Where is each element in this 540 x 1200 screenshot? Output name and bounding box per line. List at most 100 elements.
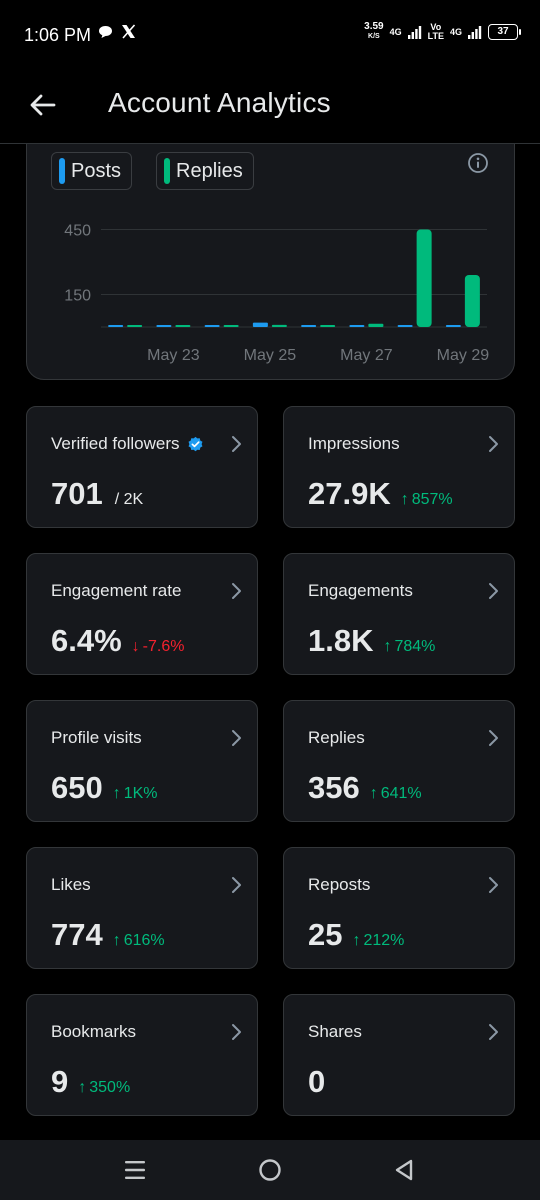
chevron-right-icon (489, 583, 498, 599)
metric-label-text: Shares (308, 1022, 362, 1041)
network-type-3-label: 4G (449, 26, 462, 37)
arrow-up-icon: ↑ (112, 932, 121, 949)
chart-bar-replies-may-23[interactable] (175, 325, 191, 327)
metric-value-row: 0 (308, 1064, 325, 1100)
info-icon[interactable] (467, 152, 489, 174)
x-logo-icon (122, 24, 136, 39)
chart-bar-replies-may-25[interactable] (271, 324, 287, 327)
arrow-up-icon: ↑ (369, 785, 378, 802)
chart-bar-posts-may-28[interactable] (397, 325, 413, 327)
metric-card-engagements[interactable]: Engagements 1.8K ↑ 784% (283, 553, 515, 675)
signal-icon-2 (468, 26, 482, 39)
chevron-right-icon (489, 1024, 498, 1040)
legend-posts-swatch (59, 158, 65, 184)
metric-value: 6.4% (51, 623, 122, 658)
chart-bar-posts-may-23[interactable] (156, 325, 172, 327)
arrow-up-icon: ↑ (383, 638, 392, 655)
network-speed: 3.59 K/S (364, 22, 383, 42)
recent-apps-icon (125, 1161, 145, 1179)
metric-label: Shares (308, 1022, 362, 1042)
metric-value: 701 (51, 476, 103, 511)
metric-card-profile-visits[interactable]: Profile visits 650 ↑ 1K% (26, 700, 258, 822)
chart-bar-replies-may-29[interactable] (464, 275, 480, 327)
chart-bar-posts-may-22[interactable] (108, 325, 124, 327)
chart-bar-replies-may-24[interactable] (223, 325, 239, 327)
metric-value-row: 356 ↑ 641% (308, 770, 422, 806)
chevron-right-icon (232, 730, 241, 746)
chart-bar-posts-may-26[interactable] (301, 325, 317, 327)
chart-x-tick-label: May 25 (244, 347, 297, 364)
recent-apps-button[interactable] (119, 1154, 151, 1186)
chart-y-tick-label: 450 (64, 223, 91, 240)
metric-label: Profile visits (51, 728, 142, 748)
network-type-2: Vo LTE (428, 23, 444, 41)
metric-label-text: Likes (51, 875, 91, 894)
chart-bar-replies-may-28[interactable] (416, 229, 432, 328)
metric-change-value: 616% (123, 932, 165, 949)
metric-change: ↑ 641% (370, 785, 422, 803)
metric-change-value: 641% (380, 785, 422, 802)
chart-bar-replies-may-27[interactable] (368, 323, 384, 327)
metric-label: Bookmarks (51, 1022, 136, 1042)
chevron-right-icon (232, 583, 241, 599)
chart-x-tick-label: May 29 (437, 347, 490, 364)
status-right-group: 3.59 K/S 4G Vo LTE 4G 37 (364, 22, 521, 42)
chevron-right-icon (489, 436, 498, 452)
metric-card-impressions[interactable]: Impressions 27.9K ↑ 857% (283, 406, 515, 528)
chart-bar-posts-may-29[interactable] (445, 325, 461, 327)
network-type-2-bottom: LTE (427, 31, 444, 41)
metric-change-value: 350% (89, 1079, 131, 1096)
arrow-up-icon: ↑ (400, 491, 409, 508)
metric-card-engagement-rate[interactable]: Engagement rate 6.4% ↓ -7.6% (26, 553, 258, 675)
network-type-1: 4G (390, 27, 402, 37)
chart-legend: Posts Replies (51, 152, 254, 190)
back-button[interactable] (26, 88, 60, 122)
metric-card-reposts[interactable]: Reposts 25 ↑ 212% (283, 847, 515, 969)
metric-card-replies[interactable]: Replies 356 ↑ 641% (283, 700, 515, 822)
metric-change-value: 1K% (123, 785, 158, 802)
metric-change: ↑ 350% (78, 1079, 130, 1097)
metric-label: Engagement rate (51, 581, 181, 601)
chart-bar-replies-may-22[interactable] (127, 325, 143, 327)
metric-value: 356 (308, 770, 360, 805)
page-title: Account Analytics (108, 87, 331, 118)
network-speed-unit: K/S (368, 33, 380, 40)
arrow-up-icon: ↑ (112, 785, 121, 802)
chevron-right-icon (232, 877, 241, 893)
chart-bar-replies-may-26[interactable] (320, 325, 336, 327)
metric-card-likes[interactable]: Likes 774 ↑ 616% (26, 847, 258, 969)
home-icon (259, 1159, 281, 1181)
status-bar: 1:06 PM 3.59 K/S 4G Vo LTE 4G 37 (0, 0, 540, 70)
back-triangle-icon (395, 1159, 413, 1181)
metric-value: 1.8K (308, 623, 374, 658)
home-button[interactable] (254, 1154, 286, 1186)
arrow-down-icon: ↓ (131, 638, 140, 655)
metric-card-shares[interactable]: Shares 0 (283, 994, 515, 1116)
chevron-right-icon (232, 436, 241, 452)
legend-posts-label: Posts (71, 159, 122, 182)
metric-value-row: 27.9K ↑ 857% (308, 476, 453, 512)
metric-value-row: 650 ↑ 1K% (51, 770, 158, 806)
metric-value: 25 (308, 917, 343, 952)
metric-label-text: Engagements (308, 581, 413, 600)
metric-change-value: -7.6% (142, 638, 185, 655)
metric-value-row: 1.8K ↑ 784% (308, 623, 435, 659)
chart-bar-posts-may-27[interactable] (349, 325, 365, 327)
chart-bar-posts-may-25[interactable] (252, 322, 268, 327)
back-arrow-icon (30, 94, 56, 116)
metric-change: ↑ 1K% (113, 785, 158, 803)
legend-replies[interactable]: Replies (156, 152, 254, 190)
chevron-right-icon (489, 730, 498, 746)
chart-bar-posts-may-24[interactable] (204, 325, 220, 327)
metric-label: Likes (51, 875, 91, 895)
legend-replies-swatch (164, 158, 171, 184)
system-back-button[interactable] (388, 1154, 420, 1186)
arrow-up-icon: ↑ (78, 1079, 87, 1096)
metric-change: ↓ -7.6% (132, 638, 185, 656)
legend-posts[interactable]: Posts (51, 152, 133, 190)
system-nav-bar (0, 1140, 540, 1200)
metric-label: Reposts (308, 875, 370, 895)
metric-card-verified-followers[interactable]: Verified followers 701 / 2K (26, 406, 258, 528)
metric-value-row: 774 ↑ 616% (51, 917, 165, 953)
metric-card-bookmarks[interactable]: Bookmarks 9 ↑ 350% (26, 994, 258, 1116)
